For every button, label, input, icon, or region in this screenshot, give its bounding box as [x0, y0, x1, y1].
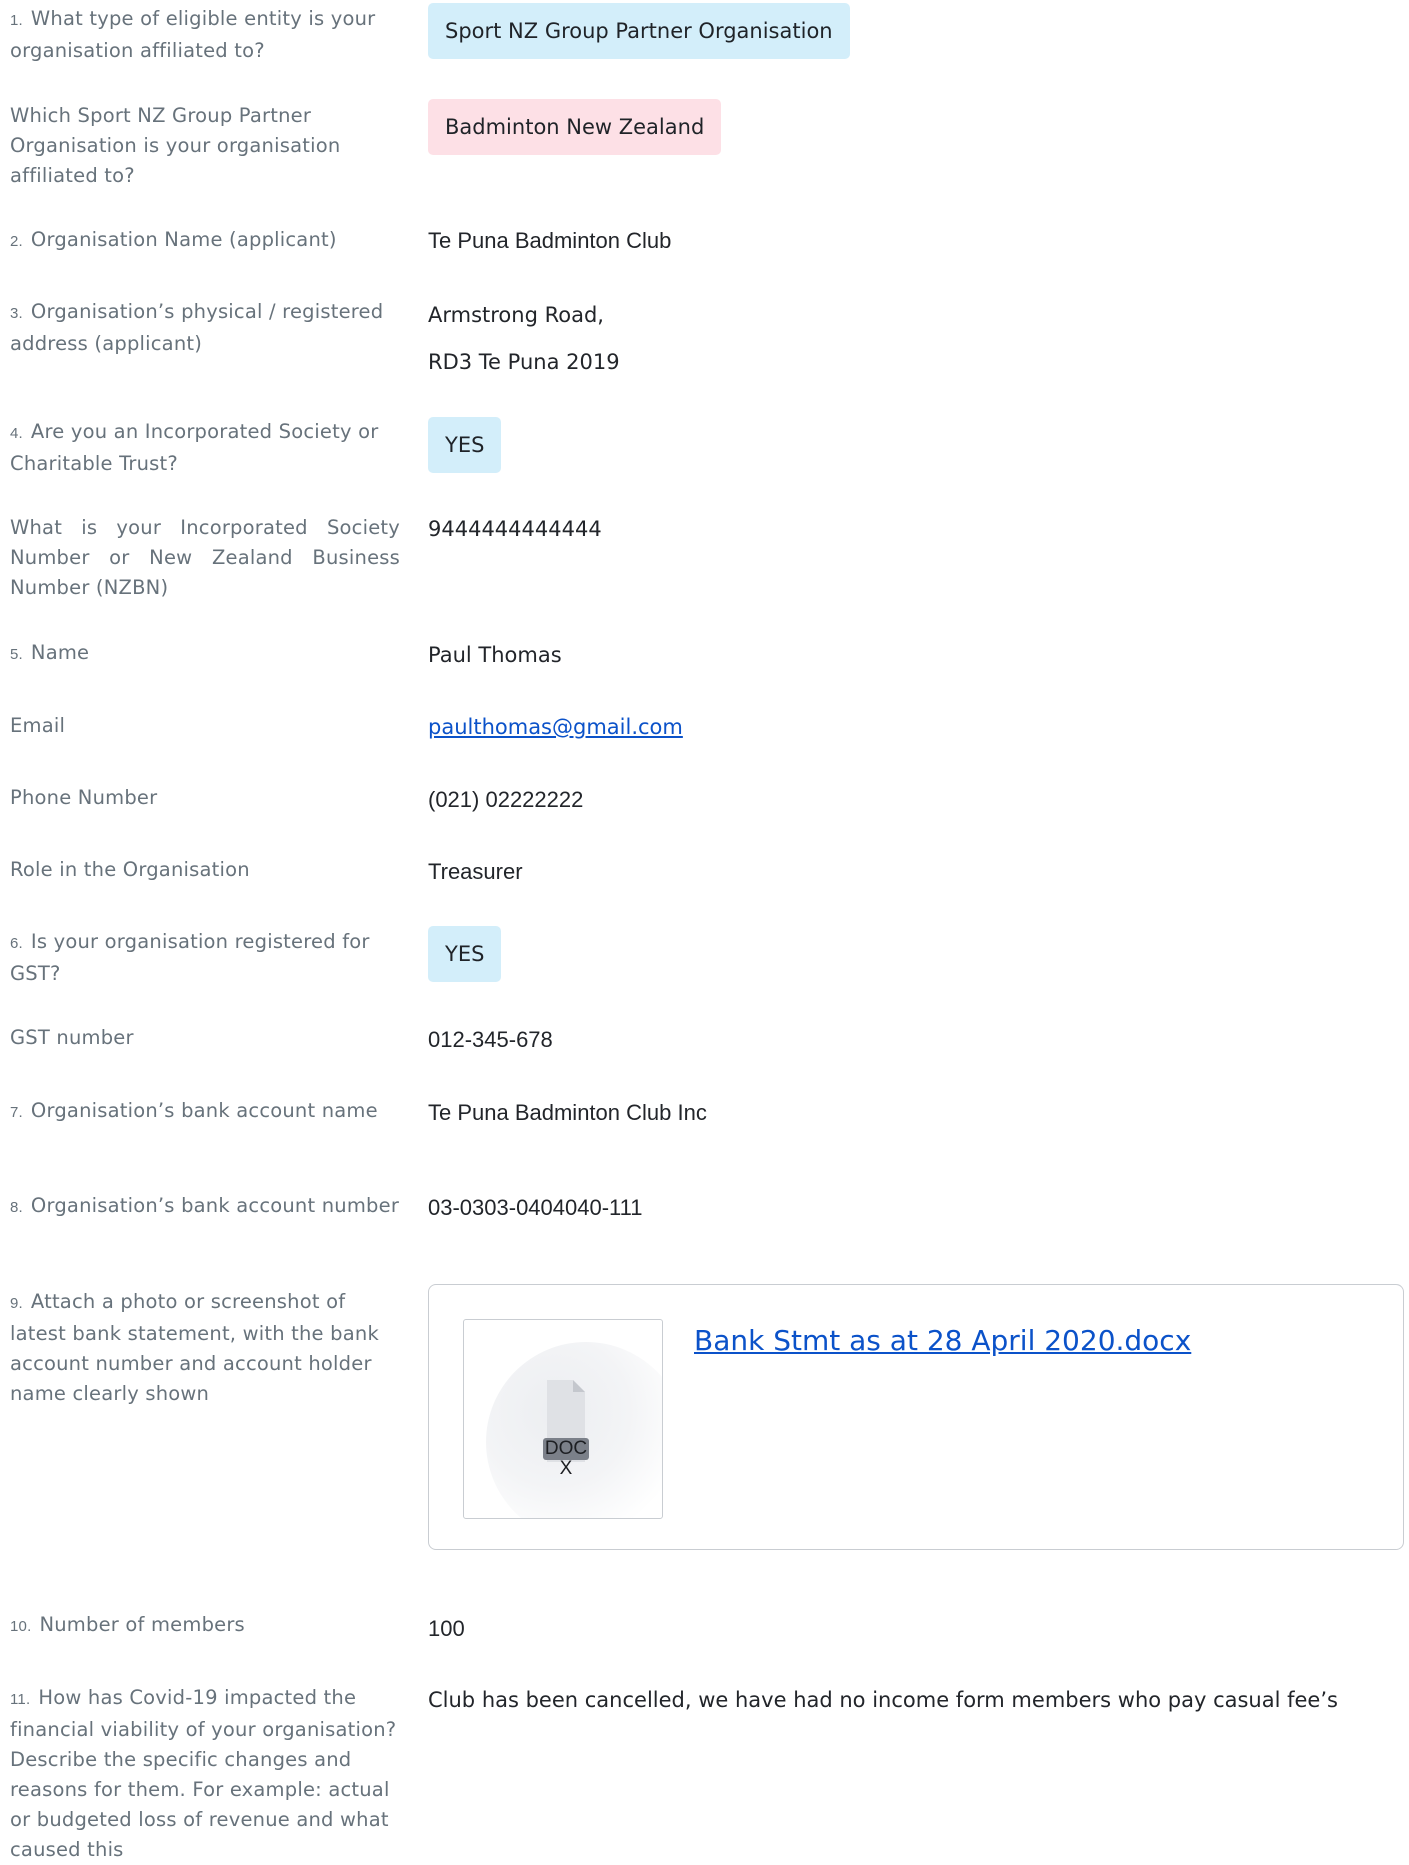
question-incorporated-society: 4. Are you an Incorporated Society or Cha… — [10, 417, 400, 479]
answer-phone: (021) 02222222 — [428, 787, 584, 812]
question-number-of-members: 10. Number of members — [10, 1610, 400, 1642]
email-link[interactable]: paulthomas@gmail.com — [428, 715, 683, 739]
answer-organisation-name: Te Puna Badminton Club — [428, 228, 672, 253]
question-number: 8. — [10, 1199, 23, 1216]
question-society-number: What is your Incorporated Society Number… — [10, 513, 400, 603]
question-organisation-name: 2. Organisation Name (applicant) — [10, 225, 400, 257]
question-gst-registered: 6. Is your organisation registered for GS… — [10, 927, 400, 989]
answer-bank-account-name: Te Puna Badminton Club Inc — [428, 1100, 707, 1125]
question-covid-impact: 11. How has Covid-19 impacted the financi… — [10, 1683, 400, 1865]
answer-gst-number: 012-345-678 — [428, 1027, 553, 1052]
question-role: Role in the Organisation — [10, 855, 400, 885]
answer-gst-registered-badge: YES — [428, 926, 502, 982]
question-partner-organisation: Which Sport NZ Group Partner Organisatio… — [10, 101, 400, 191]
question-label: Which Sport NZ Group Partner Organisatio… — [10, 104, 341, 187]
answer-incorporated-society-badge: YES — [428, 417, 502, 473]
question-label: How has Covid-19 impacted the financial … — [10, 1686, 397, 1861]
question-email: Email — [10, 711, 400, 741]
question-number: 10. — [10, 1618, 32, 1635]
question-bank-account-name: 7. Organisation’s bank account name — [10, 1096, 400, 1128]
question-number: 5. — [10, 646, 23, 663]
question-label: Organisation Name (applicant) — [30, 228, 337, 251]
file-type-label-bottom: X — [560, 1458, 573, 1478]
attachment-file-link[interactable]: Bank Stmt as at 28 April 2020.docx — [694, 1321, 1191, 1361]
question-number: 9. — [10, 1295, 23, 1312]
question-label: Organisation’s physical / registered add… — [10, 300, 384, 355]
attachment-card: DOC X Bank Stmt as at 28 April 2020.docx — [428, 1284, 1404, 1550]
question-label: Number of members — [39, 1613, 245, 1636]
question-number: 11. — [10, 1691, 31, 1708]
question-number: 4. — [10, 425, 23, 442]
question-label: Are you an Incorporated Society or Chari… — [10, 420, 379, 475]
question-bank-statement: 9. Attach a photo or screenshot of latest… — [10, 1287, 400, 1409]
answer-contact-name: Paul Thomas — [428, 643, 562, 667]
answer-email: paulthomas@gmail.com — [428, 712, 683, 742]
question-label: What type of eligible entity is your org… — [10, 7, 376, 62]
answer-bank-account-number: 03-0303-0404040-111 — [428, 1195, 643, 1220]
question-label: Name — [30, 641, 90, 664]
question-address: 3. Organisation’s physical / registered a… — [10, 297, 400, 359]
question-phone: Phone Number — [10, 783, 400, 813]
question-number: 1. — [10, 12, 23, 29]
question-label: Role in the Organisation — [10, 858, 250, 881]
question-number: 3. — [10, 305, 23, 322]
question-number: 7. — [10, 1104, 23, 1121]
answer-address-line2: RD3 Te Puna 2019 — [428, 350, 620, 374]
answer-role: Treasurer — [428, 859, 523, 884]
question-label: Phone Number — [10, 786, 158, 809]
question-label: Organisation’s bank account name — [30, 1099, 378, 1122]
question-label: Is your organisation registered for GST? — [10, 930, 370, 985]
answer-partner-organisation-badge: Badminton New Zealand — [428, 99, 722, 155]
question-label: Organisation’s bank account number — [30, 1194, 400, 1217]
question-label: Email — [10, 714, 66, 737]
answer-address-line1: Armstrong Road, — [428, 303, 604, 327]
question-label: Attach a photo or screenshot of latest b… — [10, 1290, 379, 1405]
docx-file-icon: DOC X — [543, 1380, 589, 1478]
answer-entity-type-badge: Sport NZ Group Partner Organisation — [428, 3, 850, 59]
file-type-label-top: DOC — [545, 1438, 587, 1459]
question-entity-type: 1. What type of eligible entity is your o… — [10, 4, 400, 66]
question-label: What is your Incorporated Society Number… — [10, 516, 400, 599]
question-number: 2. — [10, 233, 23, 250]
answer-covid-impact: Club has been cancelled, we have had no … — [428, 1688, 1338, 1712]
answer-number-of-members: 100 — [428, 1616, 465, 1641]
question-label: GST number — [10, 1026, 134, 1049]
question-bank-account-number: 8. Organisation’s bank account number — [10, 1191, 400, 1223]
question-number: 6. — [10, 935, 23, 952]
answer-society-number: 9444444444444 — [428, 517, 602, 541]
question-gst-number: GST number — [10, 1023, 400, 1053]
question-contact-name: 5. Name — [10, 638, 400, 670]
attachment-thumbnail[interactable]: DOC X — [463, 1319, 663, 1519]
